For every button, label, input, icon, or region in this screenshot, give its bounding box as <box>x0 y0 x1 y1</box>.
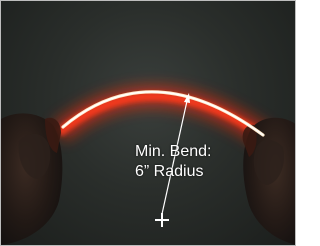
caption-line-2: 6” Radius <box>135 163 204 180</box>
center-cross-icon <box>155 213 169 227</box>
bend-radius-caption: Min. Bend: 6” Radius <box>135 142 245 182</box>
photo-illustration <box>1 85 295 245</box>
led-bend-photo: Min. Bend: 6” Radius <box>0 0 296 246</box>
left-hand <box>1 113 63 245</box>
right-hand <box>242 117 295 245</box>
caption-line-1: Min. Bend: <box>135 143 212 160</box>
